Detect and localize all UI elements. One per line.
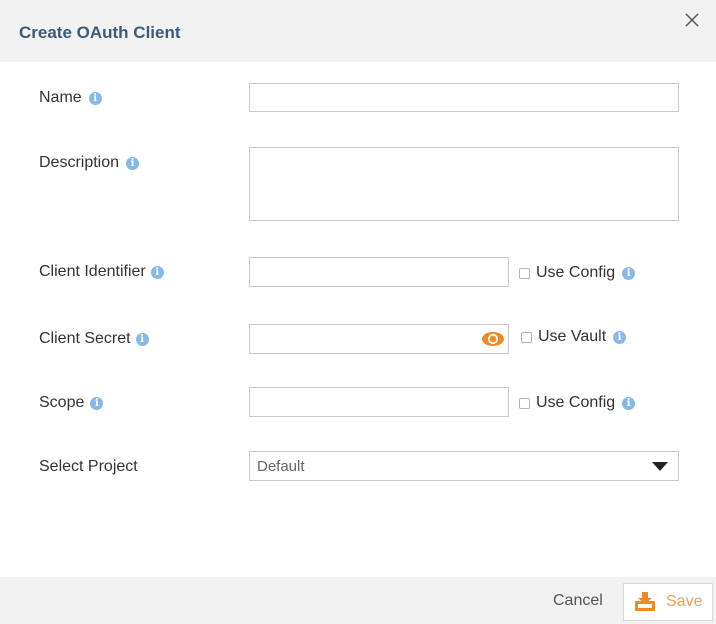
dialog-title: Create OAuth Client (19, 23, 181, 42)
scope-use-config[interactable]: Use Config i (519, 394, 636, 412)
info-icon[interactable]: i (622, 266, 636, 280)
client-identifier-use-config[interactable]: Use Config i (519, 264, 636, 282)
client-secret-input[interactable] (249, 324, 509, 354)
client-secret-use-vault[interactable]: Use Vault i (521, 328, 627, 346)
cancel-button[interactable]: Cancel (553, 592, 603, 610)
close-icon[interactable] (680, 8, 704, 32)
use-vault-checkbox[interactable] (521, 331, 532, 343)
client-identifier-label-row: Client Identifier i (39, 263, 164, 281)
scope-label: Scope (39, 394, 85, 411)
info-icon[interactable]: i (90, 396, 104, 410)
description-label-row: Description i (39, 154, 140, 172)
select-project-label: Select Project (39, 458, 138, 475)
info-icon[interactable]: i (150, 265, 164, 279)
info-icon[interactable]: i (135, 332, 149, 346)
select-project-label-row: Select Project (39, 458, 138, 476)
use-config-checkbox[interactable] (519, 267, 530, 279)
info-icon[interactable]: i (88, 91, 102, 105)
eye-icon[interactable] (481, 331, 505, 347)
chevron-down-icon[interactable] (652, 462, 668, 471)
name-label: Name (39, 89, 82, 106)
download-icon (635, 592, 655, 611)
use-vault-label: Use Vault (538, 328, 607, 345)
client-identifier-input[interactable] (249, 257, 509, 287)
use-config-checkbox[interactable] (519, 397, 530, 409)
use-config-label: Use Config (536, 264, 616, 281)
dialog-header: Create OAuth Client (0, 0, 716, 62)
client-secret-label: Client Secret (39, 330, 131, 347)
client-secret-label-row: Client Secret i (39, 330, 149, 348)
project-select-value: Default (257, 458, 305, 475)
info-icon[interactable]: i (126, 156, 140, 170)
info-icon[interactable]: i (613, 330, 627, 344)
scope-input[interactable] (249, 387, 509, 417)
project-select[interactable]: Default (249, 451, 679, 481)
client-identifier-label: Client Identifier (39, 263, 146, 280)
save-label: Save (666, 593, 703, 610)
description-textarea[interactable] (249, 147, 679, 221)
dialog-footer (0, 577, 716, 624)
name-input[interactable] (249, 83, 679, 112)
use-config-label: Use Config (536, 394, 616, 411)
info-icon[interactable]: i (622, 396, 636, 410)
save-button[interactable]: Save (623, 583, 713, 621)
description-label: Description (39, 154, 120, 171)
name-label-row: Name i (39, 89, 102, 107)
scope-label-row: Scope i (39, 394, 104, 412)
